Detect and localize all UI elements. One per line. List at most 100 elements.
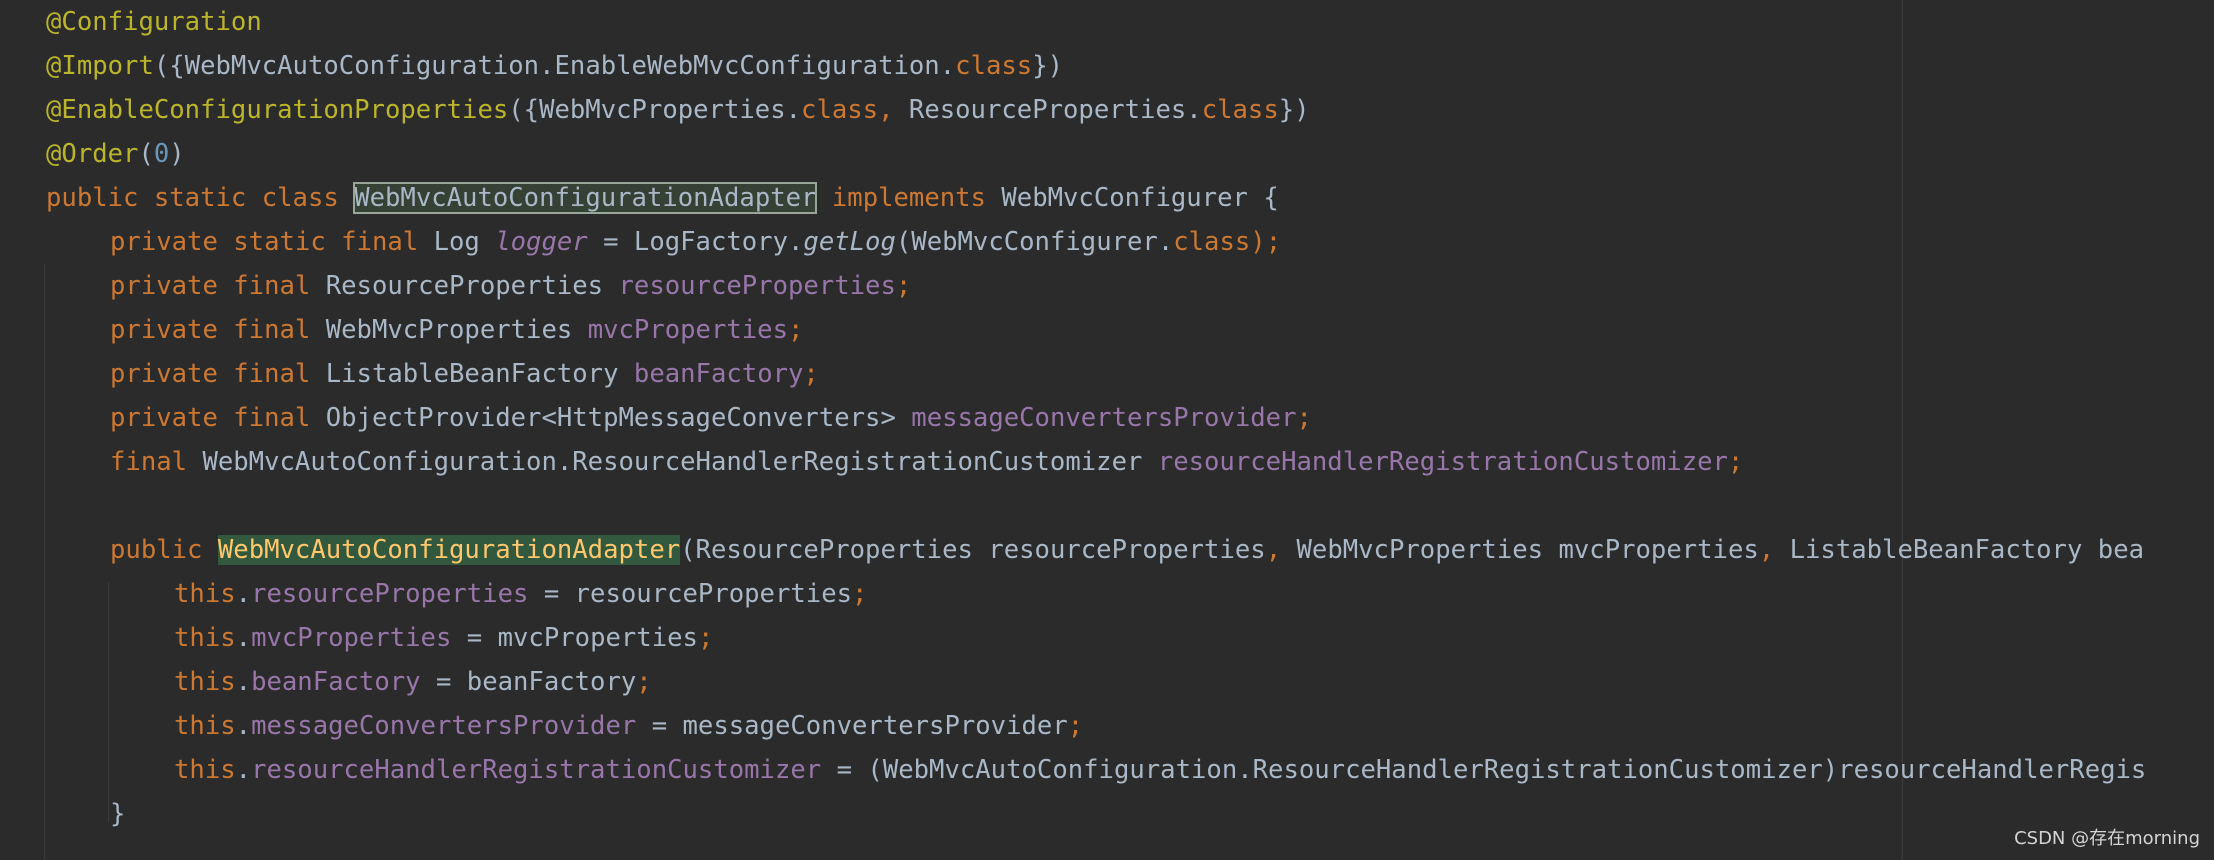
code-token: final xyxy=(110,447,203,477)
code-token: public static class xyxy=(46,183,355,213)
code-line[interactable]: this.resourceProperties = resourceProper… xyxy=(174,572,867,616)
code-token: logger xyxy=(495,227,588,257)
code-line[interactable]: private final ResourceProperties resourc… xyxy=(110,264,911,308)
code-token: , xyxy=(1265,535,1297,565)
code-token: resourceHandlerRegistrationCustomizer xyxy=(251,755,822,785)
code-token: ListableBeanFactory xyxy=(325,359,634,389)
code-line[interactable]: @Order(0) xyxy=(46,132,185,176)
code-token: ); xyxy=(1250,227,1282,257)
code-token: ; xyxy=(636,667,652,697)
code-token: . xyxy=(235,579,252,609)
code-token: this xyxy=(174,667,236,697)
code-token: } xyxy=(110,799,126,829)
code-token: }) xyxy=(1032,51,1064,81)
code-line[interactable]: @Import({WebMvcAutoConfiguration.EnableW… xyxy=(46,44,1063,88)
code-editor[interactable]: @Configuration @Import({WebMvcAutoConfigu… xyxy=(0,0,2214,860)
code-token: ObjectProvider<HttpMessageConverters> xyxy=(325,403,912,433)
code-token: mvcProperties xyxy=(251,623,452,653)
code-line[interactable]: private final ObjectProvider<HttpMessage… xyxy=(110,396,1312,440)
code-token: @EnableConfigurationProperties xyxy=(46,95,509,125)
code-token: ({WebMvcAutoConfiguration.EnableWebMvcCo… xyxy=(153,51,956,81)
code-token: ({WebMvcProperties. xyxy=(508,95,802,125)
code-token: 0 xyxy=(153,139,170,169)
code-token: resourceProperties xyxy=(251,579,529,609)
code-token: private final xyxy=(110,315,326,345)
indent-guide xyxy=(108,582,109,822)
code-token: WebMvcProperties mvcProperties xyxy=(1296,535,1759,565)
code-token: messageConvertersProvider xyxy=(251,711,637,741)
code-token: = messageConvertersProvider xyxy=(636,711,1068,741)
code-line[interactable]: final WebMvcAutoConfiguration.ResourceHa… xyxy=(110,440,1743,484)
code-token: . xyxy=(235,667,252,697)
code-token: getLog xyxy=(803,227,896,257)
code-token: ; xyxy=(1296,403,1312,433)
code-token: . xyxy=(235,623,252,653)
code-token: WebMvcProperties xyxy=(325,315,588,345)
code-token: . xyxy=(235,711,252,741)
code-line[interactable]: this.resourceHandlerRegistrationCustomiz… xyxy=(174,748,2146,792)
highlighted-identifier: WebMvcAutoConfigurationAdapter xyxy=(217,535,681,565)
code-token: = (WebMvcAutoConfiguration.ResourceHandl… xyxy=(821,755,2147,785)
watermark: CSDN @存在morning xyxy=(2014,828,2200,849)
code-token: private final xyxy=(110,403,326,433)
code-token: resourceHandlerRegistrationCustomizer xyxy=(1157,447,1728,477)
code-token: implements xyxy=(831,183,1002,213)
code-line[interactable]: @Configuration xyxy=(46,0,262,44)
code-token: ; xyxy=(803,359,819,389)
code-token: (WebMvcConfigurer. xyxy=(895,227,1174,257)
code-token: this xyxy=(174,755,236,785)
code-token: this xyxy=(174,711,236,741)
code-token: class, xyxy=(801,95,909,125)
code-token: ; xyxy=(1067,711,1084,741)
code-token: ResourceProperties xyxy=(325,271,619,301)
code-token: private static final xyxy=(110,227,434,257)
code-token: private final xyxy=(110,271,326,301)
code-line[interactable]: this.messageConvertersProvider = message… xyxy=(174,704,1083,748)
code-token: ; xyxy=(852,579,868,609)
code-token: ; xyxy=(895,271,912,301)
code-token: . xyxy=(235,755,252,785)
code-token: ( xyxy=(138,139,154,169)
code-token: @Import xyxy=(46,51,154,81)
code-token: ) xyxy=(169,139,185,169)
code-line[interactable]: @EnableConfigurationProperties({WebMvcPr… xyxy=(46,88,1310,132)
code-token: ListableBeanFactory bea xyxy=(1789,535,2145,565)
code-token: mvcProperties xyxy=(587,315,789,345)
code-token: (ResourceProperties resourceProperties xyxy=(680,535,1266,565)
code-token: private final xyxy=(110,359,326,389)
code-token: this xyxy=(174,579,236,609)
right-margin-guide xyxy=(1902,0,1903,860)
code-line[interactable]: private final ListableBeanFactory beanFa… xyxy=(110,352,819,396)
code-token: = LogFactory. xyxy=(587,227,804,257)
code-token: WebMvcAutoConfiguration.ResourceHandlerR… xyxy=(202,447,1158,477)
indent-guide xyxy=(44,264,45,860)
code-token: = mvcProperties xyxy=(451,623,698,653)
code-token: ; xyxy=(788,315,804,345)
code-token: , xyxy=(1758,535,1790,565)
code-token: this xyxy=(174,623,236,653)
code-token: class xyxy=(1173,227,1251,257)
code-token: @Configuration xyxy=(46,7,262,37)
code-line[interactable]: public WebMvcAutoConfigurationAdapter(Re… xyxy=(110,528,2144,572)
highlighted-identifier: WebMvcAutoConfigurationAdapter xyxy=(353,182,818,214)
code-token: ; xyxy=(697,623,714,653)
code-line[interactable]: this.mvcProperties = mvcProperties; xyxy=(174,616,713,660)
code-line[interactable]: private static final Log logger = LogFac… xyxy=(110,220,1281,264)
code-token: messageConvertersProvider xyxy=(911,403,1297,433)
code-token: class xyxy=(955,51,1033,81)
code-token: resourceProperties xyxy=(618,271,896,301)
code-line[interactable]: private final WebMvcProperties mvcProper… xyxy=(110,308,803,352)
code-token: public xyxy=(110,535,218,565)
code-token: class xyxy=(1201,95,1279,125)
code-token: WebMvcConfigurer { xyxy=(1001,183,1279,213)
code-line[interactable]: } xyxy=(110,792,125,836)
code-token: = beanFactory xyxy=(420,667,637,697)
code-token: = resourceProperties xyxy=(528,579,853,609)
code-line[interactable]: this.beanFactory = beanFactory; xyxy=(174,660,652,704)
code-line[interactable]: public static class WebMvcAutoConfigurat… xyxy=(46,176,1279,220)
code-token: }) xyxy=(1278,95,1310,125)
code-token: @Order xyxy=(46,139,139,169)
code-token: beanFactory xyxy=(251,667,421,697)
code-token: ; xyxy=(1727,447,1744,477)
